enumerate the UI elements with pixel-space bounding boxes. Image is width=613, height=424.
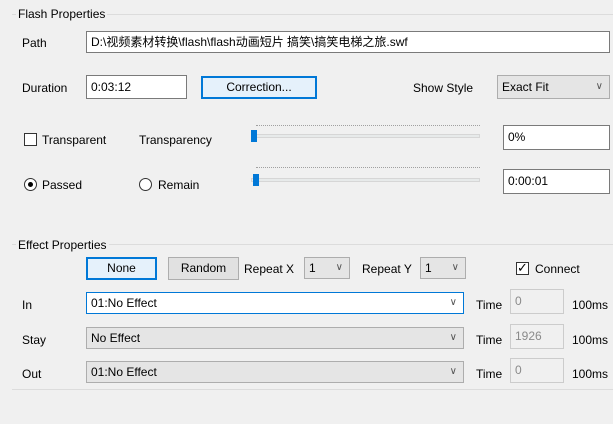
path-label: Path	[22, 36, 47, 50]
chevron-down-icon: ∨	[595, 81, 603, 92]
in-effect-select[interactable]: 01:No Effect ∨	[86, 292, 464, 314]
chevron-down-icon: ∨	[451, 262, 459, 273]
out-effect-value: 01:No Effect	[91, 365, 157, 379]
out-unit-label: 100ms	[572, 367, 609, 381]
repeat-x-label: Repeat X	[244, 262, 295, 276]
stay-effect-select[interactable]: No Effect ∨	[86, 327, 464, 349]
none-button[interactable]: None	[86, 257, 157, 280]
repeat-y-value: 1	[425, 261, 432, 275]
out-time-label: Time	[476, 367, 503, 381]
duration-field[interactable]: 0:03:12	[86, 75, 187, 99]
chevron-down-icon: ∨	[335, 262, 343, 273]
in-effect-value: 01:No Effect	[91, 296, 157, 310]
transparent-label: Transparent	[42, 133, 107, 147]
transparent-checkbox[interactable]	[24, 133, 37, 146]
position-slider-ticks	[256, 167, 480, 169]
transparency-slider-ticks	[256, 125, 480, 127]
show-style-label: Show Style	[413, 81, 474, 95]
duration-label: Duration	[22, 81, 68, 95]
transparency-label: Transparency	[139, 133, 212, 147]
chevron-down-icon: ∨	[449, 366, 457, 377]
passed-label: Passed	[42, 178, 83, 192]
effect-properties-title: Effect Properties	[16, 238, 109, 252]
repeat-x-select[interactable]: 1 ∨	[304, 257, 350, 279]
chevron-down-icon: ∨	[449, 297, 457, 308]
connect-checkbox[interactable]	[516, 260, 529, 276]
transparency-slider-thumb[interactable]	[251, 130, 257, 142]
stay-effect-value: No Effect	[91, 331, 141, 345]
position-slider-thumb[interactable]	[253, 174, 260, 186]
stay-label: Stay	[22, 333, 47, 347]
out-time-field[interactable]: 0	[510, 358, 564, 383]
remain-radio[interactable]	[139, 178, 152, 191]
position-slider[interactable]	[251, 178, 480, 182]
correction-button[interactable]: Correction...	[201, 76, 317, 99]
passed-radio[interactable]	[24, 178, 37, 191]
show-style-value: Exact Fit	[502, 80, 549, 94]
path-field[interactable]: D:\视频素材转换\flash\flash动画短片 搞笑\搞笑电梯之旅.swf	[86, 31, 610, 53]
repeat-x-value: 1	[309, 261, 316, 275]
transparency-slider[interactable]	[251, 134, 480, 138]
repeat-y-label: Repeat Y	[362, 262, 412, 276]
out-label: Out	[22, 367, 42, 381]
in-label: In	[22, 298, 33, 312]
in-time-label: Time	[476, 298, 503, 312]
show-style-select[interactable]: Exact Fit ∨	[497, 75, 610, 99]
position-value-field[interactable]: 0:00:01	[503, 169, 610, 194]
random-button[interactable]: Random	[168, 257, 239, 280]
chevron-down-icon: ∨	[449, 332, 457, 343]
repeat-y-select[interactable]: 1 ∨	[420, 257, 466, 279]
out-effect-select[interactable]: 01:No Effect ∨	[86, 361, 464, 383]
stay-unit-label: 100ms	[572, 333, 609, 347]
stay-time-field[interactable]: 1926	[510, 324, 564, 349]
flash-properties-title: Flash Properties	[16, 7, 108, 21]
in-unit-label: 100ms	[572, 298, 609, 312]
transparency-value-field[interactable]: 0%	[503, 125, 610, 150]
connect-label: Connect	[535, 262, 580, 276]
stay-time-label: Time	[476, 333, 503, 347]
in-time-field[interactable]: 0	[510, 289, 564, 314]
remain-label: Remain	[158, 178, 200, 192]
